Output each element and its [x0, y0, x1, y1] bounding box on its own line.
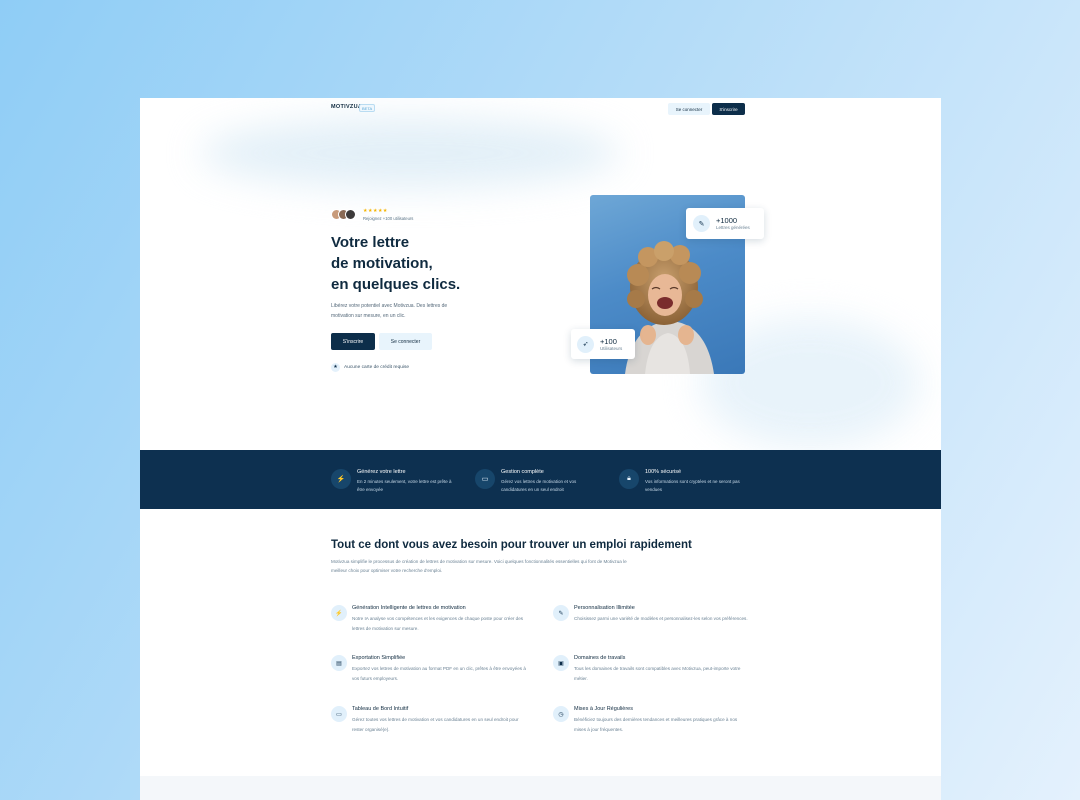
feature-item: ▭ Tableau de Bord Intuitif Gérez toutes … [331, 706, 527, 734]
benefit-desc: Vos informations sont cryptées et ne ser… [645, 479, 740, 492]
features-intro: Motivzua simplifie le processus de créat… [331, 559, 627, 573]
feature-item: ▣ Domaines de travails Tous les domaines… [553, 655, 749, 683]
bolt-icon: ⚡ [331, 605, 347, 621]
lock-icon: 🔒︎ [619, 469, 639, 489]
document-icon: ▤ [331, 655, 347, 671]
signup-button[interactable]: S'inscrire [712, 103, 745, 115]
stat-value: +100 [600, 336, 617, 346]
next-section-strip [140, 776, 941, 800]
stat-card-letters: ✎ +1000 Lettres générées [686, 208, 764, 239]
hero-title-line: de motivation, [331, 255, 433, 272]
bolt-icon: ⚡ [331, 469, 351, 489]
benefit-desc: Gérez vos lettres de motivation et vos c… [501, 479, 577, 492]
feature-name: Domaines de travails [574, 655, 626, 661]
feature-item: ✎ Personnalisation Illimitée Choisissez … [553, 605, 749, 624]
benefit-item: ⚡ Générez votre lettre En 2 minutes seul… [331, 469, 452, 493]
user-avatars [331, 209, 361, 221]
feature-desc: Tous les domaines de travails sont compa… [574, 666, 741, 681]
stat-value: +1000 [716, 216, 738, 225]
hero-title: Votre lettre de motivation, en quelques … [331, 232, 551, 295]
hero-subtitle: Libérez votre potentiel avec Motivzua. D… [331, 303, 448, 319]
feature-name: Génération Intelligente de lettres de mo… [352, 605, 466, 611]
landing-page: MOTIVZUA BETA Se connecter S'inscrire ★★… [140, 98, 941, 800]
benefit-title: Gestion complète [501, 469, 544, 475]
benefit-title: Générez votre lettre [357, 469, 406, 475]
top-navbar: MOTIVZUA BETA Se connecter S'inscrire [140, 98, 941, 120]
feature-desc: Bénéficiez toujours des dernières tendan… [574, 717, 738, 732]
logo[interactable]: MOTIVZUA [331, 104, 362, 110]
benefit-title: 100% sécurisé [645, 469, 682, 475]
benefit-item: ▭ Gestion complète Gérez vos lettres de … [475, 469, 596, 493]
feature-desc: Choisissez parmi une variété de modèles … [574, 616, 748, 621]
avatar [345, 209, 356, 220]
feature-name: Mises à Jour Régulières [574, 706, 633, 712]
rating-text: Rejoignez +100 utilisateurs [363, 216, 414, 221]
stat-label: Lettres générées [716, 225, 750, 230]
rocket-icon: ➶ [577, 335, 594, 353]
beta-badge: BETA [359, 104, 376, 112]
feature-desc: Notre IA analyse vos compétences et les … [352, 616, 524, 631]
benefits-band: ⚡ Générez votre lettre En 2 minutes seul… [140, 450, 941, 509]
monitor-icon: ▭ [475, 469, 495, 489]
hero-signup-button[interactable]: S'inscrire [331, 333, 375, 350]
hero-login-button[interactable]: Se connecter [379, 333, 432, 350]
feature-item: ▤ Exportation Simplifiée Exportez vos le… [331, 655, 527, 683]
benefit-item: 🔒︎ 100% sécurisé Vos informations sont c… [619, 469, 740, 493]
briefcase-icon: ▣ [553, 655, 569, 671]
feature-desc: Gérez toutes vos lettres de motivation e… [352, 717, 519, 732]
monitor-icon: ▭ [331, 706, 347, 722]
no-credit-card-text: Aucune carte de crédit requise [344, 364, 410, 370]
benefit-desc: En 2 minutes seulement, votre lettre est… [357, 479, 452, 492]
feature-name: Exportation Simplifiée [352, 655, 406, 661]
feature-name: Personnalisation Illimitée [574, 605, 635, 611]
hero-title-line: en quelques clics. [331, 276, 461, 293]
clock-icon: ◷ [553, 706, 569, 722]
star-badge-icon: ★ [331, 362, 340, 372]
feature-desc: Exportez vos lettres de motivation au fo… [352, 666, 526, 681]
stat-card-users: ➶ +100 Utilisateurs [571, 329, 635, 359]
hero-title-line: Votre lettre [331, 234, 410, 251]
no-credit-card-note: ★ Aucune carte de crédit requise [331, 362, 409, 372]
pencil-icon: ✎ [553, 605, 569, 621]
hero-background-blob [200, 118, 620, 188]
feature-item: ◷ Mises à Jour Régulières Bénéficiez tou… [553, 706, 749, 734]
features-title: Tout ce dont vous avez besoin pour trouv… [331, 539, 692, 551]
feature-item: ⚡ Génération Intelligente de lettres de … [331, 605, 527, 633]
pencil-icon: ✎ [693, 215, 710, 232]
login-button[interactable]: Se connecter [668, 103, 710, 115]
stat-label: Utilisateurs [600, 345, 623, 351]
feature-name: Tableau de Bord Intuitif [352, 706, 409, 712]
rating-stars: ★★★★★ [363, 208, 388, 214]
